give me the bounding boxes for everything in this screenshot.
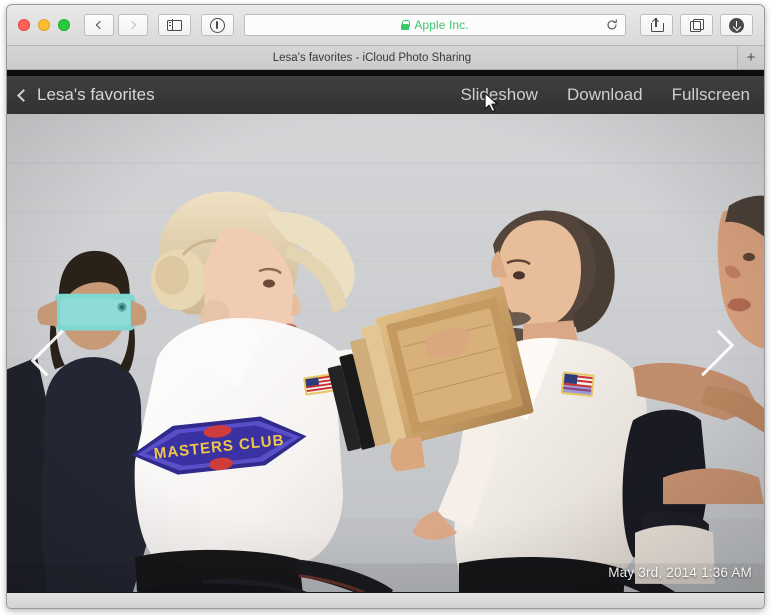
album-title: Lesa's favorites: [37, 85, 155, 104]
mouse-cursor: [484, 92, 498, 113]
chevron-right-icon: [687, 329, 735, 377]
window-controls: [18, 19, 70, 31]
show-tabs-button[interactable]: [680, 14, 713, 36]
new-tab-label: +: [746, 49, 756, 66]
chevron-left-icon: [30, 329, 78, 377]
reader-icon: [210, 17, 225, 33]
maximize-window-button[interactable]: [58, 19, 70, 31]
tabs-icon: [689, 18, 704, 32]
tab-title: Lesa's favorites - iCloud Photo Sharing: [272, 51, 472, 64]
toolbar-actions: [640, 14, 753, 36]
address-bar-content: Apple Inc.: [401, 18, 469, 32]
back-button[interactable]: [84, 14, 114, 36]
share-icon: [650, 17, 664, 32]
photo-app-actions: Slideshow Download Fullscreen: [460, 85, 750, 105]
new-tab-button[interactable]: +: [738, 46, 764, 69]
chevron-left-icon: [17, 89, 30, 102]
downloads-icon: [729, 17, 744, 33]
close-window-button[interactable]: [18, 19, 30, 31]
chevron-left-icon: [95, 20, 105, 30]
navigation-buttons: [84, 14, 148, 36]
window-bottom-bar: [7, 592, 764, 608]
address-bar[interactable]: Apple Inc.: [244, 14, 626, 36]
tab-active[interactable]: Lesa's favorites - iCloud Photo Sharing: [7, 46, 738, 69]
minimize-window-button[interactable]: [38, 19, 50, 31]
address-bar-text: Apple Inc.: [414, 18, 469, 32]
photo-timestamp: May 3rd, 2014 1:36 AM: [608, 565, 752, 580]
downloads-button[interactable]: [720, 14, 753, 36]
reload-icon[interactable]: [606, 19, 618, 31]
browser-toolbar: Apple Inc.: [7, 5, 764, 46]
reader-button[interactable]: [201, 14, 234, 36]
lock-icon: [401, 20, 411, 30]
next-photo-button[interactable]: [687, 322, 735, 384]
forward-button[interactable]: [118, 14, 148, 36]
tab-bar: Lesa's favorites - iCloud Photo Sharing …: [7, 46, 764, 70]
download-button[interactable]: Download: [567, 85, 643, 105]
sidebar-icon: [167, 19, 182, 31]
browser-window: Apple Inc. Lesa's favorites - iCloud Pho…: [6, 4, 765, 609]
fullscreen-button[interactable]: Fullscreen: [672, 85, 750, 105]
sidebar-toggle-button[interactable]: [158, 14, 191, 36]
chevron-right-icon: [127, 20, 137, 30]
photo-viewer: MASTERS CLUB: [7, 114, 764, 592]
photo-app-navbar: Lesa's favorites Slideshow Download Full…: [7, 76, 764, 114]
back-to-album-button[interactable]: Lesa's favorites: [17, 85, 155, 105]
share-button[interactable]: [640, 14, 673, 36]
previous-photo-button[interactable]: [30, 322, 78, 384]
photo-image: MASTERS CLUB: [7, 114, 764, 592]
